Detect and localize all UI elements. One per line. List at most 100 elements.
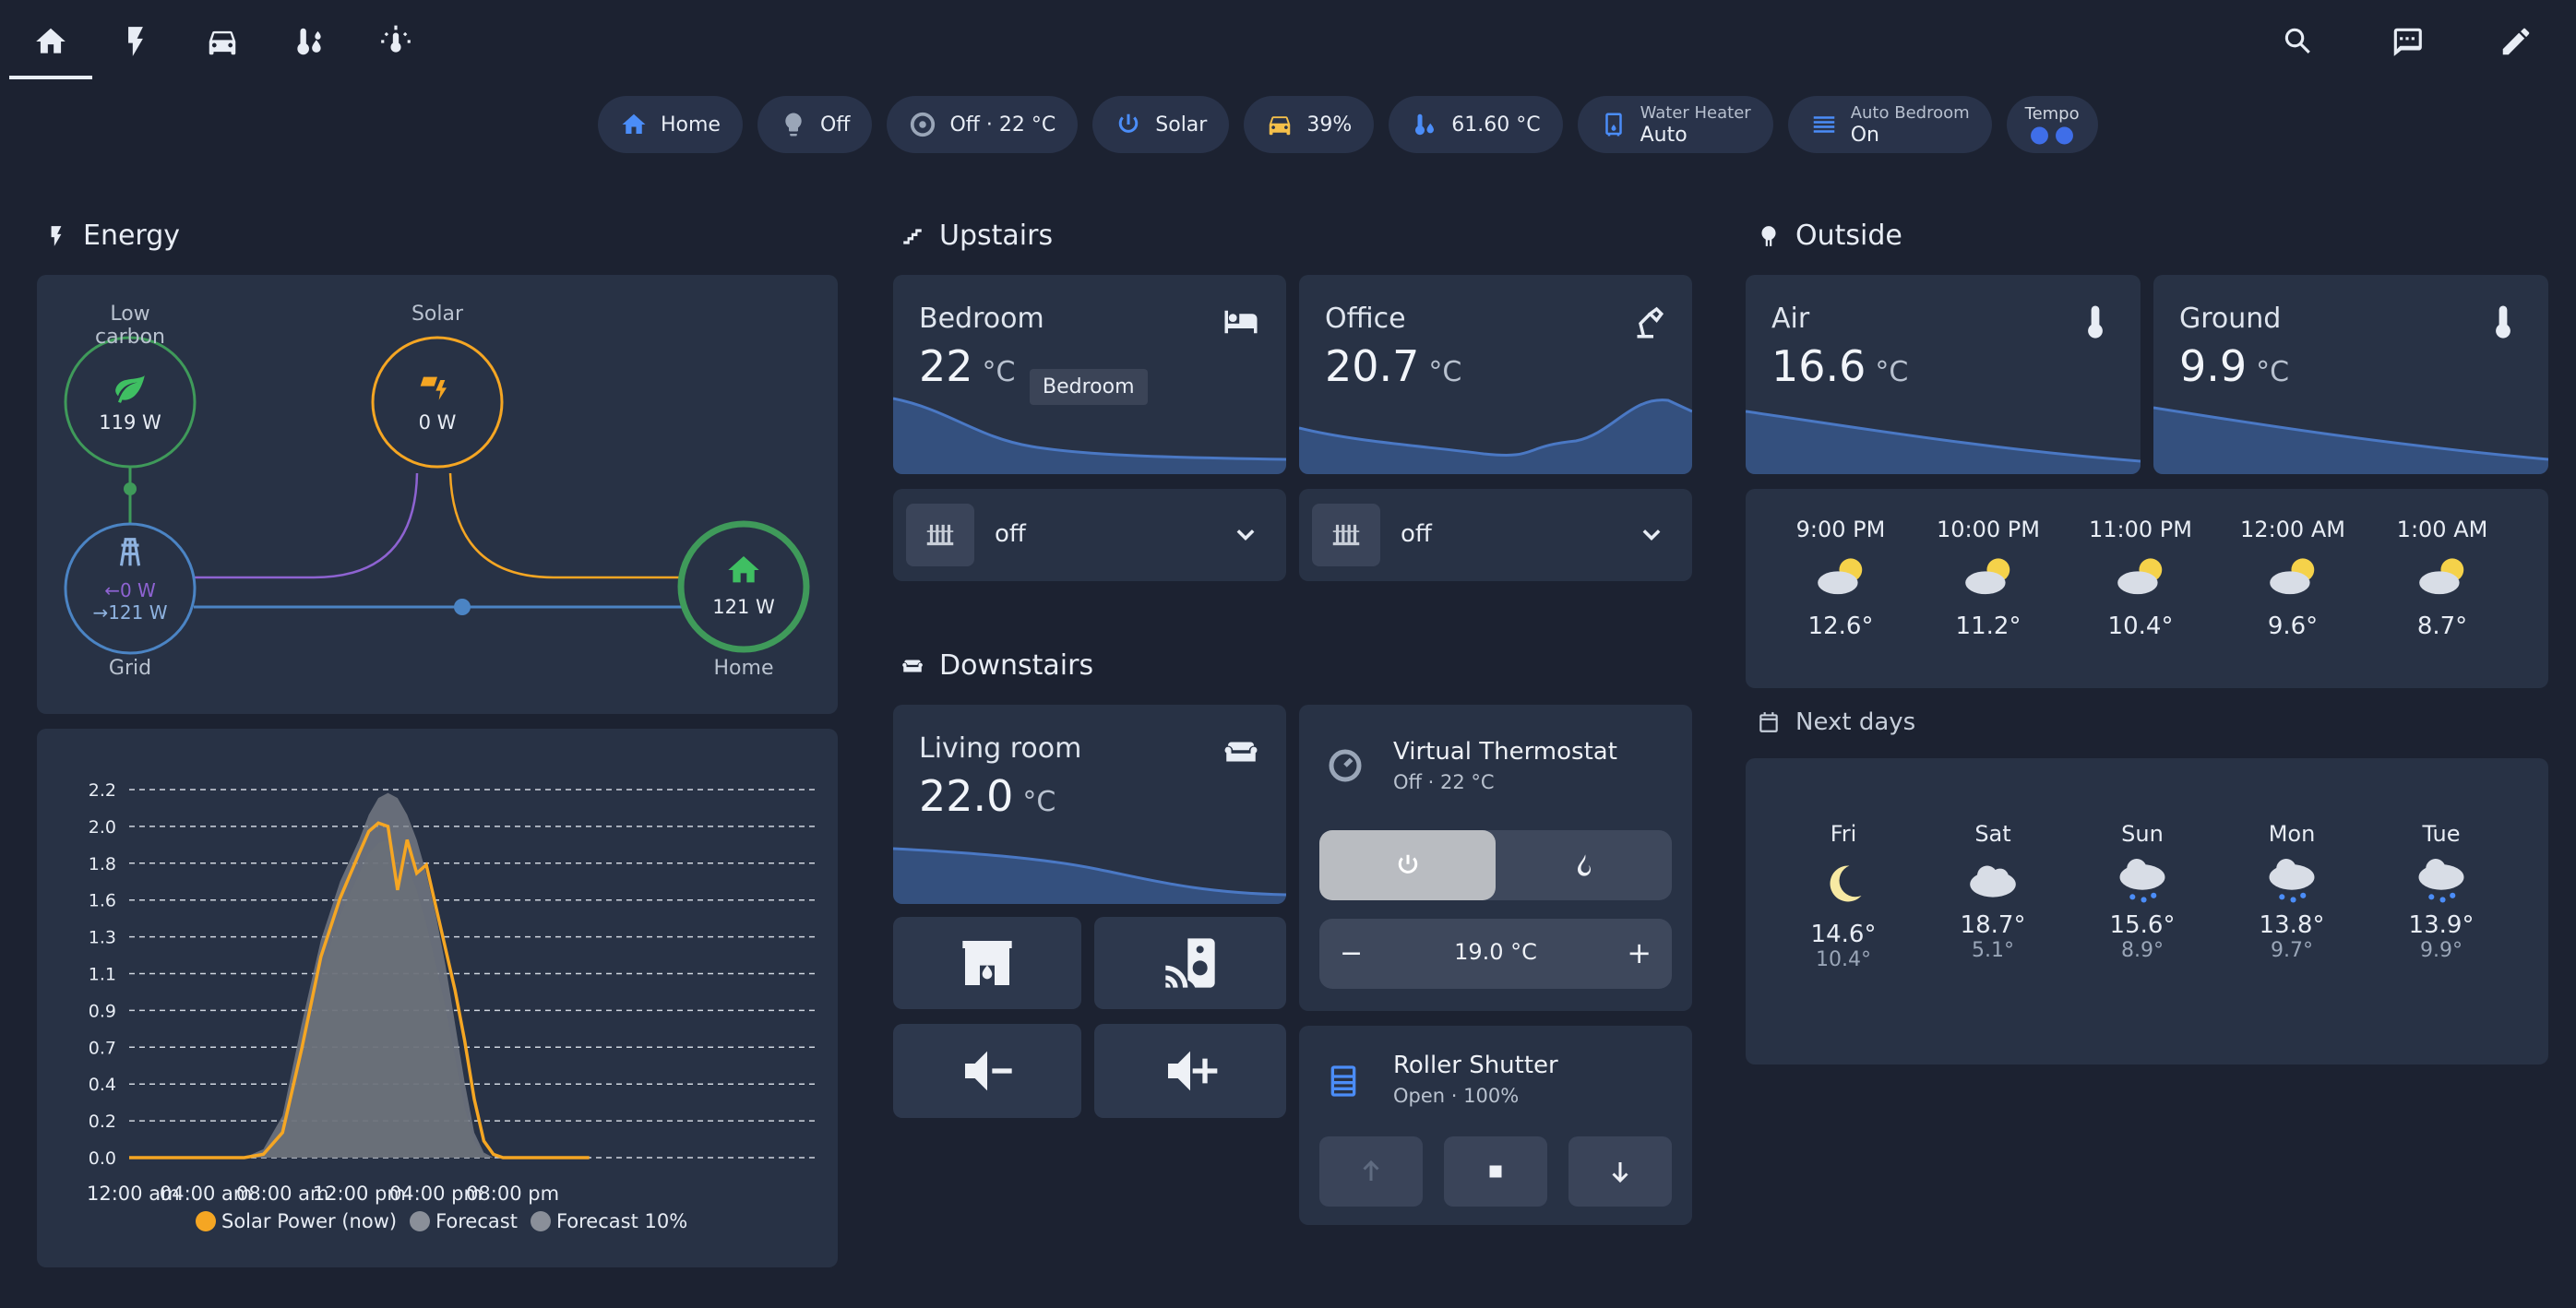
chip-tempo[interactable]: Tempo [2006, 96, 2098, 153]
tab-energy[interactable] [94, 9, 177, 74]
ground-temperature: 9.9 °C [2179, 341, 2290, 391]
stairs-icon [903, 228, 922, 244]
sofa-icon [902, 660, 923, 672]
flash-icon [128, 27, 143, 56]
grid-import-value: ←0 W [104, 579, 156, 601]
office-card[interactable]: Office 20.7 °C [1299, 275, 1692, 474]
partly-cloudy-night-icon [1818, 558, 1863, 595]
solar-label: Solar [411, 303, 464, 326]
hourly-forecast-card[interactable]: 9:00 PM 12.6° 10:00 PM 11.2° 11:00 PM 10… [1746, 489, 2548, 688]
home-icon [622, 113, 646, 134]
office-history-sparkline [1299, 398, 1692, 474]
daily-item: Tue 13.9° 9.9° [2408, 821, 2475, 962]
air-temperature: 16.6 °C [1771, 341, 1909, 391]
energy-distribution-card[interactable]: Low carbon 119 W Solar 0 W ←0 W →121 W G… [37, 275, 838, 714]
partly-cloudy-night-icon [2419, 558, 2464, 595]
ground-name: Ground [2179, 303, 2282, 335]
assist-button[interactable] [2366, 9, 2449, 74]
sofa-icon [1224, 742, 1258, 762]
living-room-name: Living room [919, 732, 1082, 765]
cast-speaker-button[interactable] [1094, 917, 1286, 1009]
grid-export-value: →121 W [92, 601, 168, 624]
thermostat-state: Off · 22 °C [1393, 771, 1495, 793]
bedroom-temperature: 22 °C [919, 341, 1016, 391]
cloudy-icon [1970, 865, 2016, 898]
rainy-icon [2418, 859, 2464, 903]
chip-solar[interactable]: Solar [1092, 96, 1230, 153]
shutter-stop-button[interactable] [1444, 1136, 1547, 1207]
tab-weather[interactable] [354, 9, 437, 74]
virtual-thermostat-card[interactable]: Virtual Thermostat Off · 22 °C − 19.0 °C… [1299, 705, 1692, 1011]
car-icon [1270, 116, 1291, 136]
bedroom-hvac-select[interactable]: off [893, 489, 1286, 581]
y-tick-label: 0.9 [89, 1001, 116, 1021]
hvac-mode-toggle [1319, 830, 1672, 900]
low-carbon-label: Low carbon [95, 303, 165, 349]
edit-button[interactable] [2475, 9, 2558, 74]
air-temperature-card[interactable]: Air 16.6 °C [1746, 275, 2141, 474]
tab-car[interactable] [181, 9, 264, 74]
partly-cloudy-night-icon [1965, 558, 2010, 595]
solar-forecast-chart-card[interactable]: 0.0 0.2 0.4 0.7 0.9 1.1 1.3 1.6 1.8 2.0 2.2 12:00 a… [37, 729, 838, 1267]
mode-heat-button[interactable] [1496, 830, 1672, 900]
chip-home[interactable]: Home [598, 96, 743, 153]
power-icon [1398, 854, 1417, 874]
arrow-down-icon [1612, 1162, 1628, 1183]
tempo-dots-icon [2031, 126, 2074, 144]
next-days-title: Next days [1757, 708, 1915, 736]
y-tick-label: 2.2 [89, 780, 116, 801]
living-room-temperature: 22.0 °C [919, 771, 1056, 821]
shutter-up-button[interactable] [1319, 1136, 1423, 1207]
thermometer-water-icon [297, 28, 321, 55]
chat-icon [2393, 28, 2422, 56]
transmission-tower-icon [119, 538, 141, 566]
mode-off-button[interactable] [1319, 830, 1496, 900]
chip-auto-bedroom[interactable]: Auto Bedroom On [1787, 96, 1992, 153]
y-tick-label: 1.8 [89, 854, 116, 874]
y-tick-label: 1.1 [89, 965, 116, 985]
tab-home[interactable] [9, 9, 92, 79]
legend-item-forecast[interactable]: Forecast [410, 1210, 518, 1232]
grid-label: Grid [108, 657, 152, 680]
bulb-icon [785, 113, 802, 137]
thermostat-icon [911, 112, 936, 137]
roller-shutter-card[interactable]: Roller Shutter Open · 100% [1299, 1026, 1692, 1225]
y-tick-label: 0.4 [89, 1075, 116, 1095]
y-tick-label: 0.7 [89, 1038, 116, 1058]
volume-down-button[interactable] [893, 1024, 1081, 1118]
search-icon [2284, 28, 2310, 54]
y-tick-label: 1.3 [89, 928, 116, 948]
tree-icon [1761, 225, 1776, 246]
ground-temperature-card[interactable]: Ground 9.9 °C [2153, 275, 2548, 474]
hourly-item: 10:00 PM 11.2° [1937, 517, 2040, 640]
volume-up-button[interactable] [1094, 1024, 1286, 1118]
energy-section-title: Energy [44, 220, 180, 252]
target-temperature-value: 19.0 °C [1454, 939, 1537, 965]
legend-item-forecast-10[interactable]: Forecast 10% [530, 1210, 687, 1232]
shutter-down-button[interactable] [1568, 1136, 1672, 1207]
solar-value: 0 W [418, 411, 457, 434]
tab-climate[interactable] [268, 9, 351, 74]
upstairs-section-title: Upstairs [900, 220, 1053, 252]
bed-icon [1224, 310, 1258, 334]
target-temperature-stepper: − 19.0 °C + [1319, 919, 1672, 989]
search-button[interactable] [2257, 9, 2340, 74]
chip-thermostat[interactable]: Off · 22 °C [887, 96, 1079, 153]
daily-forecast-card[interactable]: Fri 14.6° 10.4° Sat 18.7° 5.1° Sun 15.6°… [1746, 758, 2548, 1064]
solar-chart: 0.00.20.40.70.91.11.31.61.82.02.212:00 a… [87, 780, 819, 1205]
hourly-item: 9:00 PM 12.6° [1795, 517, 1886, 640]
chip-light[interactable]: Off [757, 96, 873, 153]
radiator-icon [1332, 524, 1360, 546]
home-label: Home [713, 657, 774, 680]
hourly-item: 11:00 PM 10.4° [2089, 517, 2192, 640]
y-tick-label: 0.2 [89, 1112, 116, 1132]
chip-water-temp[interactable]: 61.60 °C [1389, 96, 1563, 153]
living-room-card[interactable]: Living room 22.0 °C [893, 705, 1286, 904]
increase-temperature-button[interactable]: + [1627, 935, 1652, 970]
arrow-up-icon [1363, 1159, 1379, 1181]
fireplace-button[interactable] [893, 917, 1081, 1009]
office-hvac-select[interactable]: off [1299, 489, 1692, 581]
legend-item-solar[interactable]: Solar Power (now) [196, 1210, 397, 1232]
chip-water-heater[interactable]: Water Heater Auto [1577, 96, 1773, 153]
chip-car[interactable]: 39% [1244, 96, 1375, 153]
